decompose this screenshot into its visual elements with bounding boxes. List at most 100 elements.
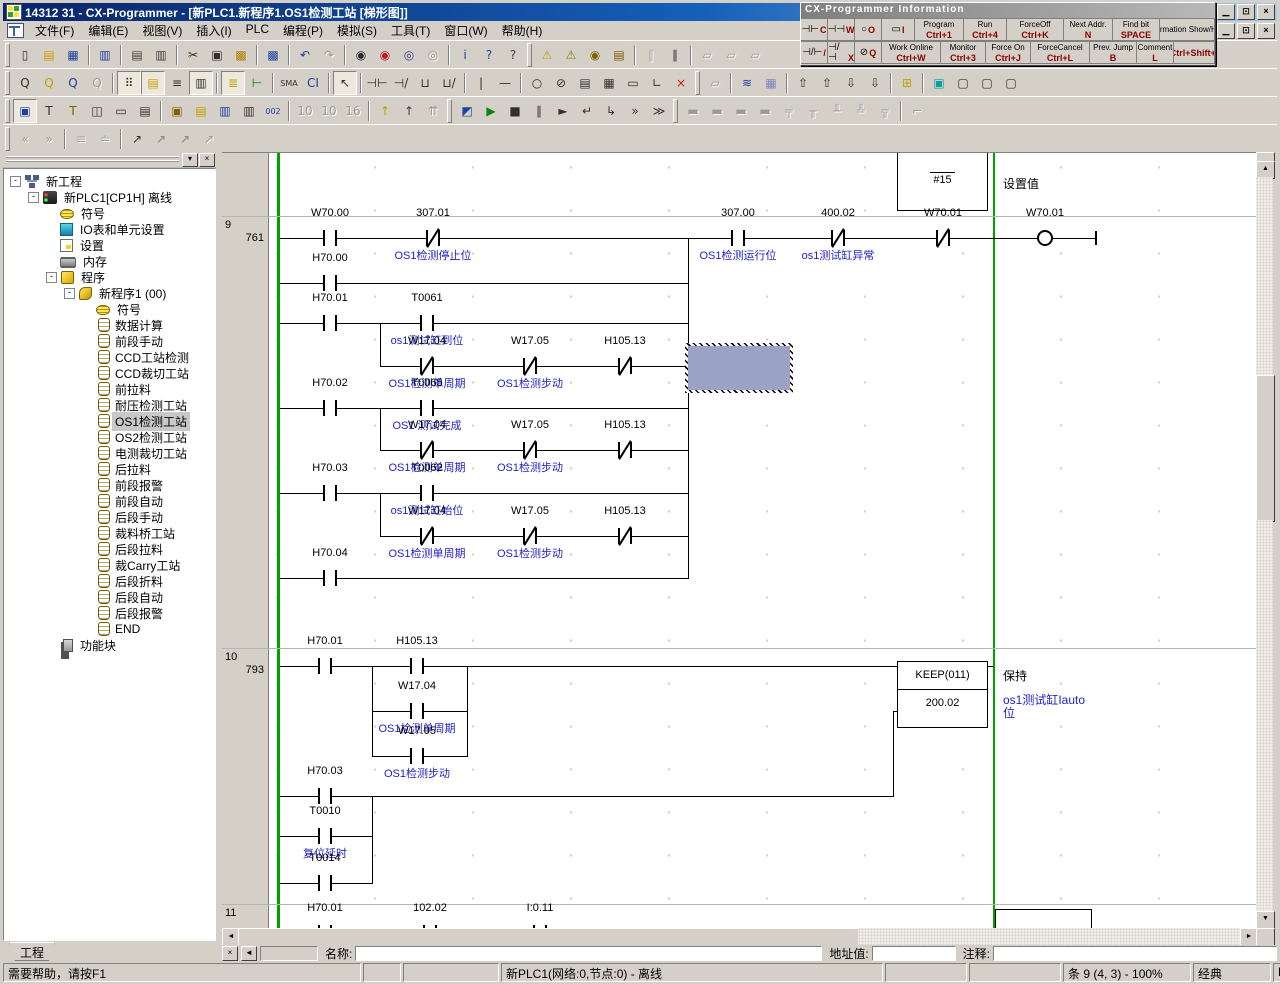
monitor-hc-icon[interactable]: ▣ [927,71,951,95]
force-set-icon[interactable]: ⇩ [839,71,863,95]
pause-icon[interactable]: ∥ [663,43,687,67]
copy-icon[interactable]: ▣ [205,43,229,67]
base-decimal-signed-icon[interactable]: 10 [317,99,341,123]
rung-wrapping-icon[interactable]: ▥ [237,99,261,123]
workspace-close-button[interactable]: × [199,153,215,167]
tree-item-新PLC1[CP1H] 离线[interactable]: -新PLC1[CP1H] 离线 [4,189,215,205]
show-ci-dialog-icon[interactable]: CI [301,71,325,95]
tree-item-IO表和单元设置[interactable]: IO表和单元设置 [4,221,215,237]
step-in-icon[interactable]: ↵ [575,99,599,123]
tree-item-内存[interactable]: 内存 [4,253,215,269]
tree-item-后段手动[interactable]: 后段手动 [4,509,215,525]
watch-window-x-icon[interactable]: ▢ [975,71,999,95]
new-closed-coil-icon[interactable]: ⊘ [549,71,573,95]
cross-reference-icon[interactable]: ▣ [165,99,189,123]
child-close-button[interactable]: × [1257,23,1275,39]
menu-item-8[interactable]: 工具(T) [384,20,437,41]
tree-item-符号[interactable]: 符号 [4,301,215,317]
tree-item-电测裁切工站[interactable]: 电测裁切工站 [4,445,215,461]
show-section-list-icon[interactable]: ≣ [221,71,245,95]
menu-item-5[interactable]: PLC [239,20,276,41]
transfer-to-plc-icon[interactable]: ▱ [695,43,719,67]
context-help-icon[interactable]: ? [501,43,525,67]
force-reset-icon[interactable]: ⇩ [863,71,887,95]
object-browser-icon[interactable]: ◫ [85,99,109,123]
new-closed-contact-icon[interactable]: ⊣/ [389,71,413,95]
address-reference-tool-icon[interactable]: ▥ [213,99,237,123]
new-project-icon[interactable]: ▯ [13,43,37,67]
timer-set-value-box[interactable]: #15 [897,152,988,211]
build-tool-icon[interactable]: T [37,99,61,123]
menu-item-9[interactable]: 窗口(W) [437,20,494,41]
find-icon[interactable]: ◉ [349,43,373,67]
scan-run-icon[interactable]: ≫ [647,99,671,123]
step-out-icon[interactable]: ↳ [599,99,623,123]
io-multipoint-icon[interactable]: ⊞ [895,71,919,95]
dock-handle[interactable] [6,156,179,164]
transfer-pause-icon[interactable]: ∥ [639,43,663,67]
transfer-section-icon[interactable]: ▱ [703,71,727,95]
compile-all-icon[interactable]: ⚠ [559,43,583,67]
save-project-icon[interactable]: ▦ [61,43,85,67]
show-section-tree-icon[interactable]: ⊢ [245,71,269,95]
find-error-icon[interactable]: ◉ [583,43,607,67]
upload-section-icon[interactable]: ↑ [373,99,397,123]
operand-close-button[interactable]: × [222,946,238,961]
select-mode-icon[interactable]: ↖ [333,71,357,95]
differential-monit-5-icon[interactable]: ╦ [873,99,897,123]
show-grid-icon[interactable]: ⠿ [117,71,141,95]
local-symbol-table-icon[interactable]: ▤ [189,99,213,123]
go-to-rung-icon[interactable]: ↗ [125,127,149,151]
help-icon[interactable]: ? [477,43,501,67]
name-input[interactable] [355,946,822,961]
tree-item-裁料桥工站[interactable]: 裁料桥工站 [4,525,215,541]
zoom-fit-icon[interactable]: Q [85,71,109,95]
tree-item-前段自动[interactable]: 前段自动 [4,493,215,509]
zoom-in-icon[interactable]: Q [61,71,85,95]
tab-project[interactable]: 工程 [9,942,55,961]
restore-button[interactable]: ⊡ [1237,4,1255,20]
scroll-track-right[interactable] [858,928,1240,945]
child-minimize-button[interactable]: ▁ [1217,23,1235,39]
operand-back-button[interactable]: ◄ [241,946,257,961]
go-to-clear-icon[interactable]: ↗ [197,127,221,151]
new-vertical-line-icon[interactable]: | [469,71,493,95]
differential-monit-4-icon[interactable]: ╩ [849,99,873,123]
sim-pause-icon[interactable]: ∥ [527,99,551,123]
memory-view-4-icon[interactable]: ▬ [753,99,777,123]
new-contact-icon[interactable]: ⊣⊢ [365,71,389,95]
ladder-canvas[interactable]: 97611079311 #15设置值W70.00307.01OS1检测停止位30… [222,152,1256,928]
differential-monit-3-icon[interactable]: ╨ [825,99,849,123]
tree-item-CCD裁切工站[interactable]: CCD裁切工站 [4,365,215,381]
view-windows-icon[interactable]: ▣ [13,99,37,123]
tree-item-后拉料[interactable]: 后拉料 [4,461,215,477]
new-inverted-instruction-icon[interactable]: ▭ [621,71,645,95]
work-online-sim-icon[interactable]: ◩ [455,99,479,123]
find-next-icon[interactable]: ◎ [397,43,421,67]
close-button[interactable]: × [1257,4,1275,20]
tree-item-裁Carry工站[interactable]: 裁Carry工站 [4,557,215,573]
show-monitor-boxes-icon[interactable]: ▥ [189,71,213,95]
tree-item-后段拉料[interactable]: 后段拉料 [4,541,215,557]
find-replace-icon[interactable]: ◉ [373,43,397,67]
transfer-from-plc-icon[interactable]: ▱ [719,43,743,67]
memory-view-2-icon[interactable]: ▬ [705,99,729,123]
go-to-next-reference-icon[interactable]: ↗ [149,127,173,151]
indent-right-icon[interactable]: » [37,127,61,151]
comment-002-icon[interactable]: 002 [261,99,285,123]
keep-instruction-box[interactable]: KEEP(011)200.02 [897,661,988,728]
tree-expander[interactable]: - [28,192,39,203]
memory-view-1-icon[interactable]: ▬ [681,99,705,123]
online-edit-compile-icon[interactable]: ▤ [607,43,631,67]
return-jump-icon[interactable]: ⌐ [905,99,929,123]
go-to-prev-reference-icon[interactable]: ↗ [173,127,197,151]
tree-item-前段报警[interactable]: 前段报警 [4,477,215,493]
scroll-down-button[interactable]: ▼ [1256,911,1275,929]
new-coil-icon[interactable]: ○ [525,71,549,95]
scroll-track-upper[interactable] [1256,177,1273,375]
tree-item-功能块[interactable]: 功能块 [4,637,215,653]
partial-instruction-box[interactable] [995,909,1092,928]
workspace-dropdown-button[interactable]: ▾ [182,153,198,167]
print-preview-icon[interactable]: ▥ [149,43,173,67]
tree-item-新程序1 (00)[interactable]: -新程序1 (00) [4,285,215,301]
